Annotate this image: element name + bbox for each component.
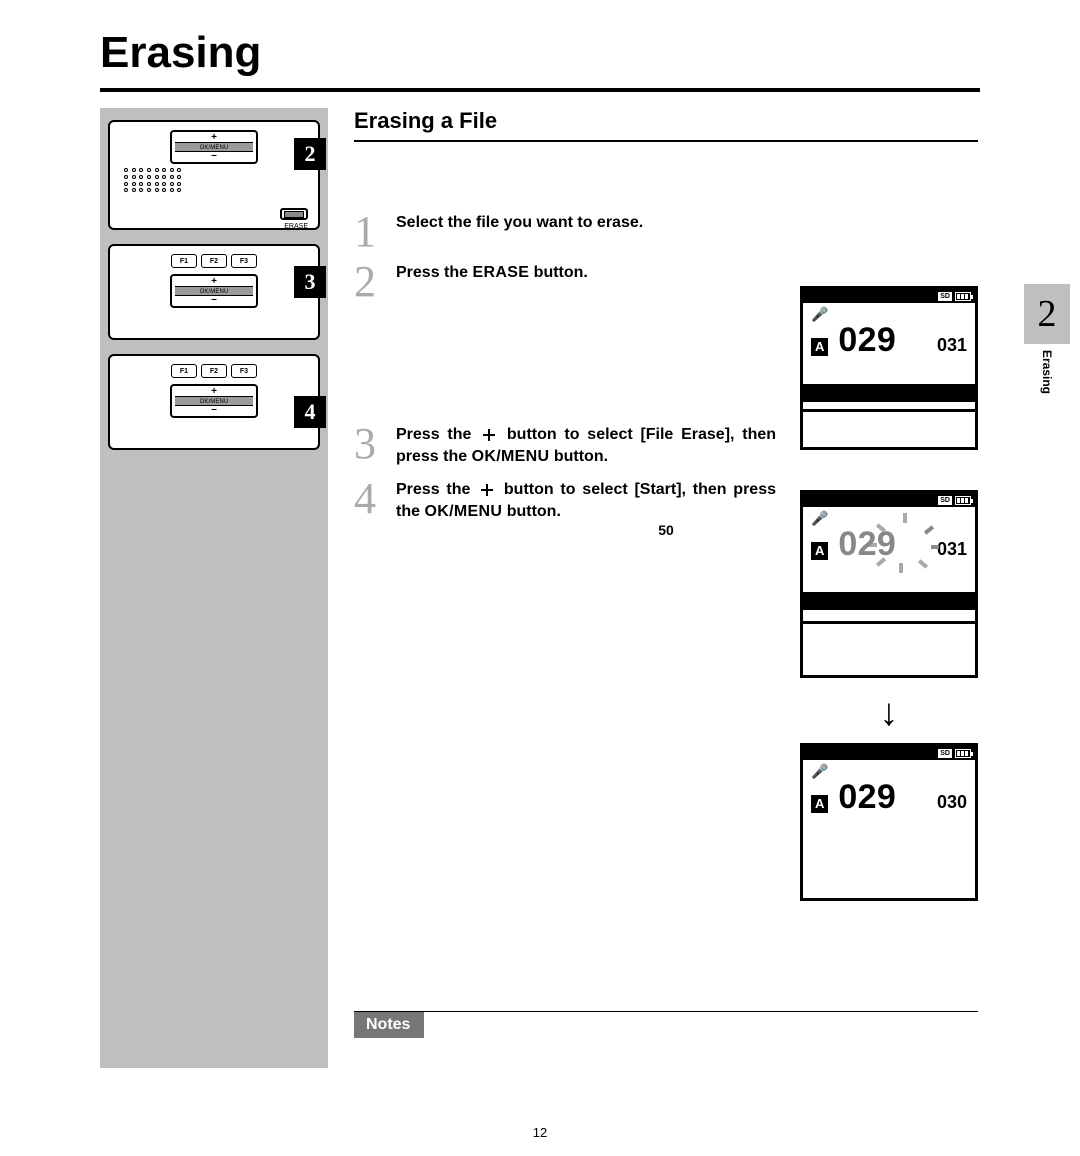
folder-icon: A: [811, 795, 828, 813]
erase-button-word: ERASE: [472, 264, 529, 281]
diagram-step-tag-4: 4: [294, 396, 326, 428]
plus-icon: +: [175, 388, 253, 396]
file-number-small: 031: [937, 539, 967, 560]
content-area: + OK/MENU – ERASE 2 F1 F2 F3: [100, 108, 980, 1068]
file-number-large: 029: [838, 321, 896, 360]
text-fragment: Press the: [396, 426, 479, 443]
plus-icon: +: [175, 134, 253, 142]
chapter-side-tab: 2 Erasing: [1024, 284, 1070, 394]
lcd-row: A 029 030: [803, 778, 975, 817]
device-diagram-column: + OK/MENU – ERASE 2 F1 F2 F3: [100, 108, 328, 1068]
plus-icon: +: [175, 278, 253, 286]
text-fragment: Press the: [396, 264, 472, 281]
folder-icon: A: [811, 338, 828, 356]
speaker-grille: [124, 168, 184, 194]
diagram-step-tag-3: 3: [294, 266, 326, 298]
text-fragment: button.: [529, 264, 588, 281]
step-number: 2: [354, 262, 382, 302]
lcd-bottom-box: [800, 621, 978, 675]
folder-icon: A: [811, 542, 828, 560]
down-arrow-icon: ↓: [800, 692, 978, 735]
sd-card-icon: SD: [938, 292, 952, 301]
plus-icon: [482, 428, 496, 442]
title-rule: [100, 88, 980, 92]
ok-menu-button-diagram: + OK/MENU –: [170, 384, 258, 418]
step-text: Press the ERASE button.: [396, 262, 776, 284]
text-fragment: Press the: [396, 481, 477, 498]
f2-key: F2: [201, 364, 227, 378]
f1-key: F1: [171, 364, 197, 378]
ok-menu-button-word: OK/MENU: [472, 448, 550, 465]
ok-menu-button-word: OK/MENU: [424, 503, 502, 520]
lcd-screens-column: SD 🎤 A 029 031 SD: [800, 286, 978, 901]
plus-icon: [480, 483, 494, 497]
lcd-screen-1: SD 🎤 A 029 031: [800, 286, 978, 450]
section-title: Erasing a File: [354, 108, 978, 142]
notes-label: Notes: [354, 1012, 424, 1038]
f2-key: F2: [201, 254, 227, 268]
file-number-large: 029: [838, 778, 896, 817]
battery-icon: [955, 496, 971, 505]
lcd-status-bar: SD: [803, 493, 975, 507]
step-text: Select the file you want to erase.: [396, 212, 776, 234]
sd-card-icon: SD: [938, 496, 952, 505]
battery-icon: [955, 292, 971, 301]
notes-section: Notes: [354, 1011, 978, 1038]
lcd-screen-3: SD 🎤 A 029 030: [800, 743, 978, 901]
file-number-small: 031: [937, 335, 967, 356]
sd-card-icon: SD: [938, 749, 952, 758]
minus-icon: –: [175, 296, 253, 304]
chapter-label: Erasing: [1040, 350, 1054, 394]
lcd-status-bar: SD: [803, 746, 975, 760]
instruction-column: Erasing a File 1 Select the file you wan…: [354, 108, 978, 534]
lcd-row: 🎤: [803, 303, 975, 321]
lcd-status-bar: SD: [803, 289, 975, 303]
mic-icon: 🎤: [811, 764, 828, 778]
battery-icon: [955, 749, 971, 758]
step-text: Press the button to select [File Erase],…: [396, 424, 776, 469]
step-number: 3: [354, 424, 382, 464]
file-number-large: 029: [838, 525, 896, 564]
ok-menu-button-diagram: + OK/MENU –: [170, 274, 258, 308]
step-number: 4: [354, 479, 382, 519]
ok-menu-button-diagram: + OK/MENU –: [170, 130, 258, 164]
device-diagram-1: + OK/MENU – ERASE 2: [108, 120, 320, 230]
outer-page-number: 12: [0, 1125, 1080, 1140]
lcd-row: A 029 031: [803, 321, 975, 360]
lcd-screen-2: SD 🎤 A 029 031: [800, 490, 978, 678]
f-key-row: F1 F2 F3: [116, 364, 312, 378]
chapter-number: 2: [1024, 284, 1070, 344]
text-fragment: button.: [502, 503, 561, 520]
lcd-row: 🎤: [803, 760, 975, 778]
f-key-row: F1 F2 F3: [116, 254, 312, 268]
step-number: 1: [354, 212, 382, 252]
text-fragment: button.: [549, 448, 608, 465]
page-title: Erasing: [0, 0, 1080, 88]
minus-icon: –: [175, 406, 253, 414]
step-text: Press the button to select [Start], then…: [396, 479, 776, 524]
erase-button-label: ERASE: [284, 223, 308, 230]
device-diagram-2: F1 F2 F3 + OK/MENU – 3: [108, 244, 320, 340]
f3-key: F3: [231, 364, 257, 378]
mic-icon: 🎤: [811, 307, 828, 321]
minus-icon: –: [175, 152, 253, 160]
lcd-menu-bar: [803, 384, 975, 402]
device-diagram-3: F1 F2 F3 + OK/MENU – 4: [108, 354, 320, 450]
lcd-bottom-box: [800, 409, 978, 447]
f3-key: F3: [231, 254, 257, 268]
f1-key: F1: [171, 254, 197, 268]
lcd-menu-bar: [803, 592, 975, 610]
step-1: 1 Select the file you want to erase.: [354, 212, 978, 252]
erase-button-icon: [280, 208, 308, 220]
diagram-step-tag-2: 2: [294, 138, 326, 170]
erase-button-diagram: [280, 208, 308, 220]
file-number-small: 030: [937, 792, 967, 813]
